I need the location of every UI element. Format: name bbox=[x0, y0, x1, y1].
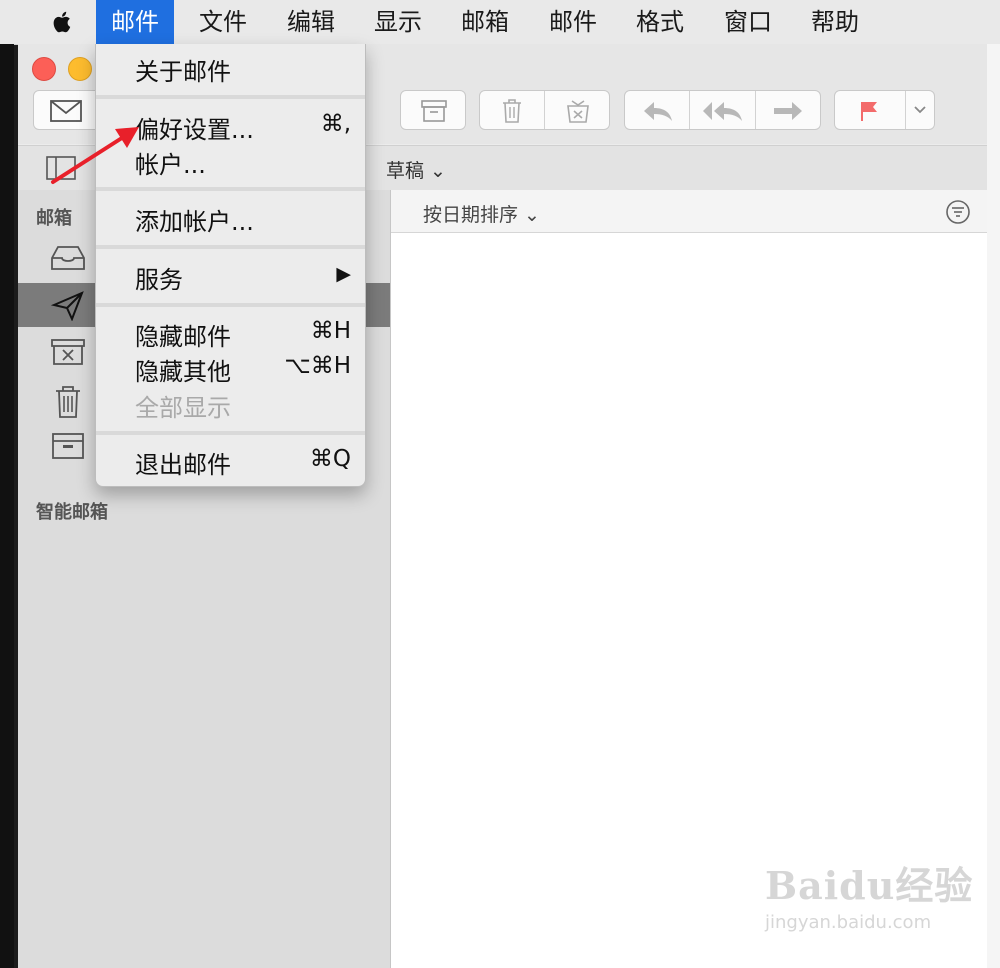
archive-button[interactable] bbox=[400, 90, 466, 130]
favorite-drafts[interactable]: 草稿 ⌄ bbox=[386, 156, 446, 183]
baidu-watermark: Baidu经验 jingyan.baidu.com bbox=[765, 855, 973, 933]
menu-bar: 邮件 文件 编辑 显示 邮箱 邮件 格式 窗口 帮助 bbox=[0, 0, 1000, 45]
archive-icon bbox=[421, 100, 447, 122]
reply-all-icon[interactable] bbox=[702, 100, 744, 122]
menu-format[interactable]: 格式 bbox=[621, 0, 699, 44]
archive-icon bbox=[52, 433, 84, 459]
menu-preferences[interactable]: 偏好设置... bbox=[135, 110, 254, 145]
menu-accounts[interactable]: 帐户... bbox=[135, 145, 206, 180]
message-list-header: 按日期排序 ⌄ bbox=[391, 190, 1000, 233]
annotation-arrow-icon bbox=[51, 127, 139, 184]
flag-icon[interactable] bbox=[859, 100, 881, 122]
apple-icon[interactable] bbox=[50, 9, 74, 35]
chevron-down-icon[interactable] bbox=[912, 103, 928, 117]
forward-icon[interactable] bbox=[772, 100, 804, 122]
reply-group bbox=[624, 90, 821, 130]
menu-help[interactable]: 帮助 bbox=[796, 0, 874, 44]
menu-mailbox[interactable]: 邮箱 bbox=[446, 0, 524, 44]
mail-menu-dropdown: 关于邮件 偏好设置... ⌘, 帐户... 添加帐户... 服务 ▶ 隐藏邮件 … bbox=[95, 44, 366, 487]
menu-mail[interactable]: 邮件 bbox=[96, 0, 174, 44]
hide-mail-shortcut: ⌘H bbox=[310, 318, 351, 344]
window-right-edge bbox=[987, 44, 1000, 968]
hide-others-shortcut: ⌥⌘H bbox=[284, 353, 351, 379]
smart-mailboxes-header: 智能邮箱 bbox=[36, 502, 108, 523]
minimize-window-button[interactable] bbox=[68, 57, 92, 81]
menu-separator bbox=[96, 95, 365, 99]
close-window-button[interactable] bbox=[32, 57, 56, 81]
watermark-url: jingyan.baidu.com bbox=[765, 912, 932, 933]
reply-icon[interactable] bbox=[642, 100, 674, 122]
menu-hide-mail[interactable]: 隐藏邮件 bbox=[135, 317, 231, 352]
menu-add-account[interactable]: 添加帐户... bbox=[135, 202, 254, 237]
menu-hide-others[interactable]: 隐藏其他 bbox=[135, 352, 231, 387]
menu-separator bbox=[96, 431, 365, 435]
menu-show-all: 全部显示 bbox=[135, 394, 231, 422]
junk-icon[interactable] bbox=[564, 98, 592, 124]
trash-icon[interactable] bbox=[500, 98, 524, 124]
flag-group bbox=[834, 90, 935, 130]
menu-services[interactable]: 服务 bbox=[135, 260, 183, 295]
mailboxes-header: 邮箱 bbox=[36, 208, 72, 229]
quit-shortcut: ⌘Q bbox=[309, 446, 351, 472]
menu-window[interactable]: 窗口 bbox=[709, 0, 787, 44]
menu-about-mail[interactable]: 关于邮件 bbox=[135, 52, 231, 87]
junk-icon bbox=[51, 339, 85, 365]
trash-icon bbox=[56, 386, 80, 418]
menu-edit[interactable]: 编辑 bbox=[272, 0, 350, 44]
menu-separator bbox=[96, 303, 365, 307]
sort-by-date-button[interactable]: 按日期排序 ⌄ bbox=[423, 200, 540, 227]
submenu-arrow-icon: ▶ bbox=[336, 263, 351, 285]
filter-icon[interactable] bbox=[945, 199, 971, 225]
menu-separator bbox=[96, 245, 365, 249]
preferences-shortcut: ⌘, bbox=[320, 111, 351, 137]
watermark-brand: Baidu经验 bbox=[765, 863, 974, 908]
menu-file[interactable]: 文件 bbox=[184, 0, 262, 44]
menu-view[interactable]: 显示 bbox=[359, 0, 437, 44]
delete-junk-group bbox=[479, 90, 610, 130]
menu-quit-mail[interactable]: 退出邮件 bbox=[135, 445, 231, 480]
paper-plane-icon bbox=[50, 291, 84, 321]
desktop-edge bbox=[0, 44, 14, 968]
menu-message[interactable]: 邮件 bbox=[534, 0, 612, 44]
inbox-icon bbox=[51, 246, 85, 270]
